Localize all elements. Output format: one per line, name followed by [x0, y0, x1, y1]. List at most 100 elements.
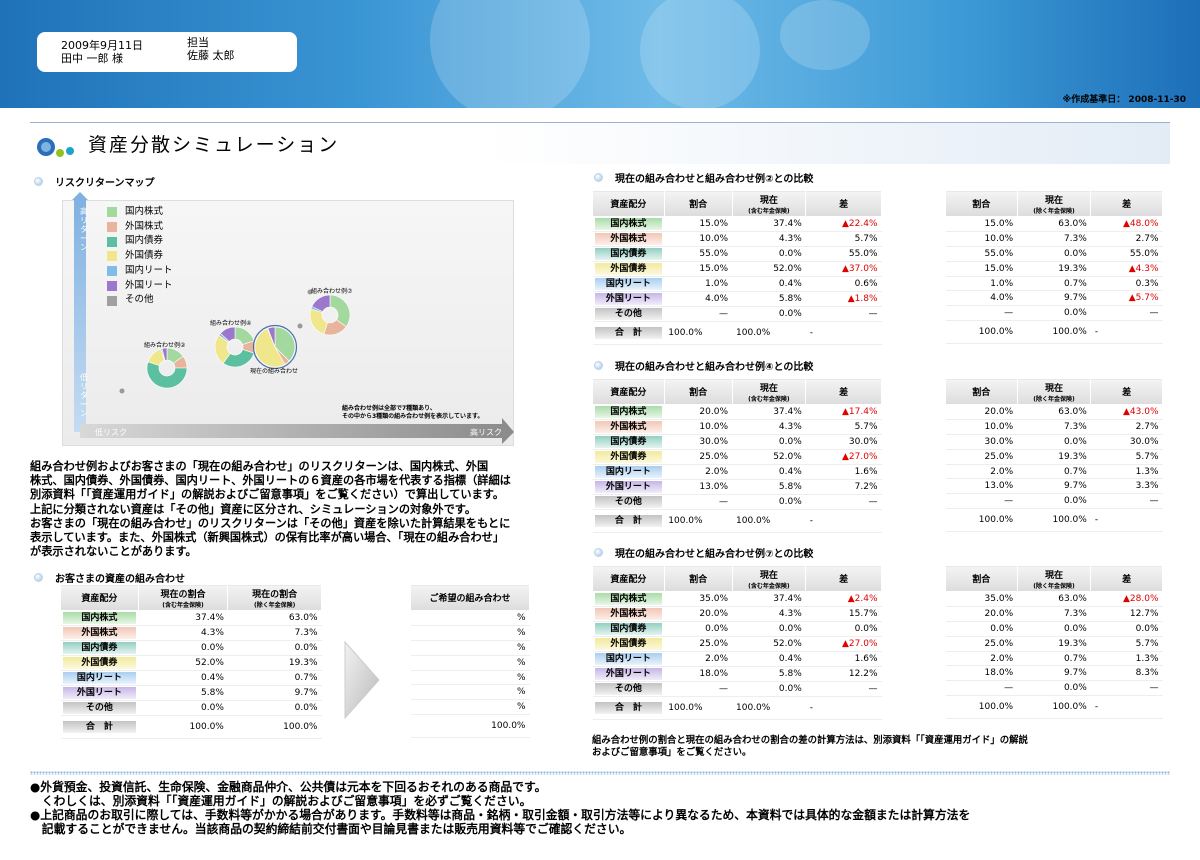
ratio-value: 10.0%	[945, 231, 1018, 247]
wish-input[interactable]: %	[410, 670, 530, 686]
ratio-value: 10.0%	[945, 419, 1018, 435]
map-note-line: 組み合わせ例は全部で7種類あり、	[342, 405, 436, 412]
table-row: 13.0% 9.7% 3.3%	[945, 478, 1163, 495]
current-value: 19.3%	[1017, 261, 1091, 277]
col-ratio: 割合	[663, 190, 733, 217]
current-value: 9.7%	[1017, 478, 1091, 495]
current-value: 0.0%	[1017, 246, 1091, 262]
ratio-value: 35.0%	[945, 591, 1018, 607]
explanation-line: 表示しています。また、外国株式（新興国株式）の保有比率が高い場合、「現在の組み合…	[30, 531, 505, 545]
asset-label: 国内債券	[592, 246, 665, 262]
ratio-value: 2.0%	[945, 464, 1018, 480]
comparison-table-excl: 割合 現在 (除く年金保険) 差 20.0% 63.0% ▲43.0% 10.0% 7.3% 2.…	[945, 378, 1163, 533]
asset-label: 合 計	[592, 696, 665, 720]
col-current: 現在 (除く年金保険)	[1016, 565, 1092, 592]
diff-value: 0.0%	[805, 621, 882, 637]
pie-example-7	[309, 294, 351, 336]
asset-label: 合 計	[592, 509, 665, 533]
table-row: %	[410, 610, 530, 626]
legend-label: 国内株式	[125, 206, 164, 217]
col-asset: 資産配分	[592, 378, 665, 405]
asset-label: 外国株式	[592, 419, 665, 435]
current-excl-value: 0.7%	[227, 670, 322, 686]
table-row: 15.0% 19.3% ▲4.3%	[945, 261, 1163, 277]
comparison-table-excl: 割合 現在 (除く年金保険) 差 35.0% 63.0% ▲28.0% 20.0% 7.3% 12…	[945, 565, 1163, 720]
ratio-value: —	[664, 494, 733, 510]
table-row: 外国株式 10.0% 4.3% 5.7%	[592, 231, 882, 247]
comparison-table-incl: 資産配分 割合 現在 (含む年金保険) 差国内株式 20.0% 37.4% ▲17.4% 外国株…	[592, 378, 882, 533]
col-wish: ご希望の組み合わせ	[410, 584, 530, 611]
table-row: 国内株式 15.0% 37.4% ▲22.4%	[592, 216, 882, 232]
diff-value: 1.6%	[805, 464, 882, 480]
ratio-value: 30.0%	[664, 434, 733, 450]
diff-value: 2.7%	[1090, 231, 1163, 247]
banner-decoration	[430, 0, 590, 108]
ratio-value: 25.0%	[945, 636, 1018, 652]
pie-example-2	[146, 347, 188, 389]
wish-input[interactable]: %	[410, 640, 530, 656]
col-diff: 差	[1090, 190, 1163, 217]
ratio-value: 20.0%	[945, 606, 1018, 622]
current-value: 0.4%	[732, 276, 806, 292]
ratio-value: 15.0%	[945, 216, 1018, 232]
legend-label: その他	[125, 294, 154, 306]
col-diff: 差	[805, 190, 882, 217]
x-axis-low-label: 低リスク	[95, 428, 127, 437]
report-date: 2009年9月11日	[61, 39, 143, 52]
bullet-icon	[594, 361, 603, 370]
pie-label-current: 現在の組み合わせ	[250, 368, 299, 375]
ratio-value: 100.0%	[945, 508, 1018, 533]
bullet-icon	[34, 177, 43, 186]
col-ratio: 割合	[945, 378, 1018, 405]
map-point	[297, 323, 303, 329]
table-row: その他 —0.0% —	[592, 306, 882, 322]
wish-input[interactable]: %	[410, 684, 530, 701]
table-row: 55.0% 0.0% 55.0%	[945, 246, 1163, 262]
table-row: その他 0.0% 0.0%	[60, 700, 322, 716]
ratio-value: 10.0%	[664, 231, 733, 247]
current-value: 0.7%	[1017, 464, 1091, 480]
table-row: 国内債券 0.0% 0.0% 0.0%	[592, 621, 882, 637]
current-value: 0.0%	[1017, 680, 1091, 697]
customer-assets-title: お客さまの資産の組み合わせ	[55, 574, 185, 585]
current-value: 9.7%	[1017, 665, 1091, 682]
table-row: 30.0% 0.0% 30.0%	[945, 434, 1163, 450]
ratio-value: 13.0%	[945, 478, 1018, 495]
table-row: 100.0% 100.0% -	[945, 508, 1163, 533]
current-excl-value: 9.7%	[227, 685, 322, 701]
current-value: 0.0%	[732, 621, 806, 637]
table-row: 外国債券 25.0% 52.0% ▲27.0%	[592, 449, 882, 465]
legend-item: 国内債券	[107, 234, 173, 249]
current-excl-value: 63.0%	[227, 610, 322, 626]
asset-label: 外国債券	[592, 636, 665, 652]
pie-label-example-2: 組み合わせ例②	[144, 342, 186, 349]
current-value: 100.0%	[732, 321, 806, 345]
wish-input[interactable]: %	[410, 699, 530, 716]
table-row: 2.0% 0.7% 1.3%	[945, 464, 1163, 480]
legend-item: 外国リート	[107, 279, 173, 294]
current-value: 9.7%	[1017, 290, 1091, 307]
asset-label: 合 計	[592, 321, 665, 345]
col-asset: 資産配分	[60, 584, 139, 611]
comparison-heading: 現在の組み合わせと組み合わせ例②との比較	[594, 170, 813, 185]
table-row: 100.0% 100.0% -	[945, 695, 1163, 720]
wish-input[interactable]: %	[410, 655, 530, 671]
pie-current	[252, 324, 298, 370]
col-current-excl: 現在の割合 (除く年金保険)	[227, 584, 322, 611]
ratio-value: 100.0%	[945, 695, 1018, 720]
table-row: 外国リート 18.0% 5.8% 12.2%	[592, 666, 882, 682]
disclaimer-line: 記載することができません。当該商品の契約締結前交付書面や目論見書または販売用資料…	[30, 822, 632, 836]
disclaimer-line: くわしくは、別添資料「「資産運用ガイド」の解説およびご留意事項」を必ずご覧くださ…	[30, 794, 532, 808]
wish-input[interactable]: %	[410, 625, 530, 641]
col-diff: 差	[805, 378, 882, 405]
current-value: 0.0%	[732, 681, 806, 697]
table-row: —0.0% —	[945, 493, 1163, 510]
legend-swatch	[107, 266, 117, 277]
y-axis-low-label: 低リターン	[80, 373, 88, 418]
staff-name: 佐藤 太郎	[187, 49, 235, 62]
wish-input[interactable]: %	[410, 610, 530, 626]
asset-label: 合 計	[60, 715, 139, 739]
current-value: 63.0%	[1017, 216, 1091, 232]
diff-value: ▲1.8%	[805, 291, 882, 307]
wish-input[interactable]: 100.0%	[410, 714, 530, 739]
